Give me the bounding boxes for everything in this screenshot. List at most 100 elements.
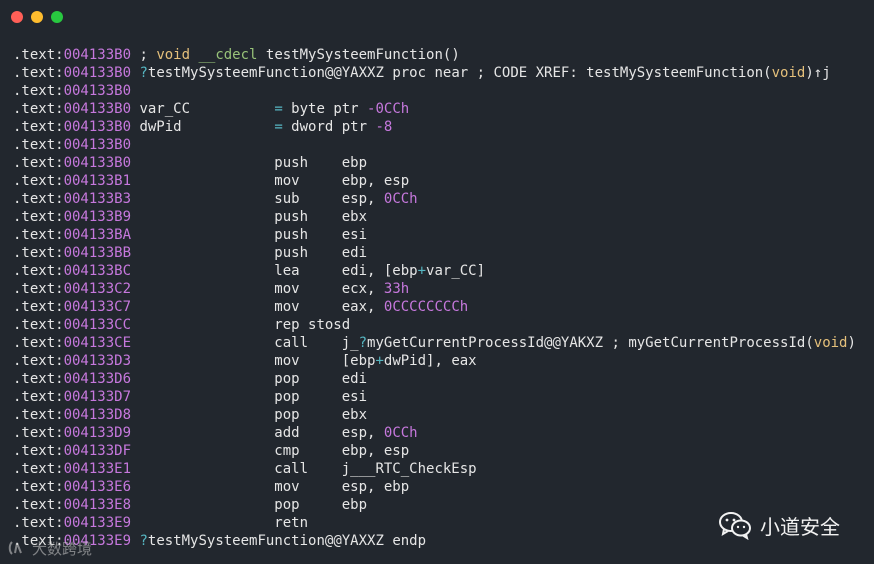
code-token-addr: 004133E6 bbox=[63, 479, 132, 495]
code-token-plain: push edi bbox=[131, 245, 368, 261]
watermark-left-text: 大数跨境 bbox=[32, 539, 93, 558]
code-line: .text:004133CC rep stosd bbox=[13, 316, 873, 334]
code-token-op: ? bbox=[358, 335, 368, 351]
code-token-op: = bbox=[274, 101, 283, 117]
code-token-addr: 004133E9 bbox=[63, 515, 132, 531]
code-line: .text:004133D8 pop ebx bbox=[13, 406, 873, 424]
code-line: .text:004133B0 dwPid = dword ptr -8 bbox=[13, 118, 873, 136]
code-token-num: 0CCh bbox=[383, 425, 418, 441]
code-line: .text:004133D9 add esp, 0CCh bbox=[13, 424, 873, 442]
code-token-plain: pop ebp bbox=[131, 497, 368, 513]
code-token-plain: pop esi bbox=[131, 389, 368, 405]
code-token-plain: retn bbox=[131, 515, 309, 531]
code-token-plain: mov [ebp bbox=[131, 353, 376, 369]
code-line: .text:004133D6 pop edi bbox=[13, 370, 873, 388]
code-token-op: + bbox=[417, 263, 427, 279]
minimize-window-button[interactable] bbox=[31, 11, 43, 23]
code-token-text: .text: bbox=[13, 281, 64, 297]
code-token-plain: add esp, bbox=[131, 425, 384, 441]
window-titlebar bbox=[0, 0, 874, 34]
code-token-text: .text: bbox=[13, 65, 64, 81]
code-token-plain: testMySysteemFunction() bbox=[257, 47, 460, 63]
code-token-num: -8 bbox=[375, 119, 393, 135]
code-token-text: .text: bbox=[13, 479, 64, 495]
code-line: .text:004133B0 ?testMySysteemFunction@@Y… bbox=[13, 64, 873, 82]
code-line: .text:004133B0 bbox=[13, 136, 873, 154]
code-token-text: .text: bbox=[13, 83, 64, 99]
watermark-right: 小道安全 bbox=[718, 508, 840, 542]
code-token-num: 33h bbox=[383, 281, 410, 297]
code-line: .text:004133B0 bbox=[13, 82, 873, 100]
code-token-plain: cmp ebp, esp bbox=[131, 443, 410, 459]
close-window-button[interactable] bbox=[11, 11, 23, 23]
code-line: .text:004133CE call j_?myGetCurrentProce… bbox=[13, 334, 873, 352]
code-line: .text:004133C7 mov eax, 0CCCCCCCCh bbox=[13, 298, 873, 316]
code-line: .text:004133BB push edi bbox=[13, 244, 873, 262]
watermark-right-text: 小道安全 bbox=[760, 514, 840, 539]
code-token-plain: pop ebx bbox=[131, 407, 368, 423]
code-token-addr: 004133BB bbox=[63, 245, 132, 261]
code-token-plain: call j___RTC_CheckEsp bbox=[131, 461, 477, 477]
code-token-text: .text: bbox=[13, 425, 64, 441]
code-token-text: .text: bbox=[13, 173, 64, 189]
code-token-text: .text: bbox=[13, 461, 64, 477]
code-token-plain: mov ebp, esp bbox=[131, 173, 410, 189]
code-token-plain: sub esp, bbox=[131, 191, 384, 207]
code-token-addr: 004133D7 bbox=[63, 389, 132, 405]
code-token-plain: mov ecx, bbox=[131, 281, 384, 297]
code-token-text: .text: bbox=[13, 227, 64, 243]
code-token-addr: 004133D9 bbox=[63, 425, 132, 441]
code-token-plain: )↑j bbox=[805, 65, 831, 81]
code-token-op: = bbox=[274, 119, 283, 135]
code-token-text: .text: bbox=[13, 47, 64, 63]
code-token-text: .text: bbox=[13, 317, 64, 333]
code-token-green: __cdecl bbox=[198, 47, 258, 63]
code-token-op: ? bbox=[139, 533, 148, 549]
code-token-addr: 004133B0 bbox=[63, 47, 132, 63]
code-token-plain: ) bbox=[847, 335, 856, 351]
code-token-text: .text: bbox=[13, 299, 64, 315]
code-token-text: .text: bbox=[13, 335, 64, 351]
code-token-op: + bbox=[375, 353, 384, 369]
code-token-text: .text: bbox=[13, 515, 64, 531]
code-token-type: void bbox=[771, 65, 806, 81]
code-token-text: .text: bbox=[13, 155, 64, 171]
code-line: .text:004133C2 mov ecx, 33h bbox=[13, 280, 873, 298]
code-token-op: ? bbox=[139, 65, 148, 81]
code-line: .text:004133E1 call j___RTC_CheckEsp bbox=[13, 460, 873, 478]
code-token-text: .text: bbox=[13, 209, 64, 225]
code-token-plain: call j_ bbox=[131, 335, 359, 351]
code-line: .text:004133D3 mov [ebp+dwPid], eax bbox=[13, 352, 873, 370]
code-line: .text:004133E6 mov esp, ebp bbox=[13, 478, 873, 496]
code-token-text: .text: bbox=[13, 245, 64, 261]
code-token-text: .text: bbox=[13, 407, 64, 423]
code-line: .text:004133D7 pop esi bbox=[13, 388, 873, 406]
code-token-addr: 004133B3 bbox=[63, 191, 132, 207]
code-line: .text:004133B1 mov ebp, esp bbox=[13, 172, 873, 190]
code-token-addr: 004133B1 bbox=[63, 173, 132, 189]
code-token-addr: 004133DF bbox=[63, 443, 132, 459]
code-token-addr: 004133B0 bbox=[63, 83, 132, 99]
code-token-plain: rep stosd bbox=[131, 317, 351, 333]
code-token-plain: mov esp, ebp bbox=[131, 479, 410, 495]
code-token-plain: push ebx bbox=[131, 209, 368, 225]
code-token-addr: 004133D6 bbox=[63, 371, 132, 387]
code-line: .text:004133DF cmp ebp, esp bbox=[13, 442, 873, 460]
code-token-addr: 004133B0 bbox=[63, 119, 132, 135]
code-token-plain: dwPid], eax bbox=[383, 353, 477, 369]
code-token-addr: 004133CC bbox=[63, 317, 132, 333]
maximize-window-button[interactable] bbox=[51, 11, 63, 23]
code-token-addr: 004133B0 bbox=[63, 65, 132, 81]
code-line: .text:004133B0 ; void __cdecl testMySyst… bbox=[13, 46, 873, 64]
code-token-addr: 004133C2 bbox=[63, 281, 132, 297]
code-token-plain: var_CC] bbox=[426, 263, 486, 279]
code-token-addr: 004133E8 bbox=[63, 497, 132, 513]
code-token-num: 0CCCCCCCCh bbox=[383, 299, 469, 315]
code-token-type: void bbox=[813, 335, 848, 351]
code-token-text: .text: bbox=[13, 191, 64, 207]
disassembly-listing: .text:004133B0 ; void __cdecl testMySyst… bbox=[13, 46, 873, 550]
code-token-text: .text: bbox=[13, 389, 64, 405]
code-token-addr: 004133BC bbox=[63, 263, 132, 279]
code-token-plain: dword ptr bbox=[282, 119, 376, 135]
code-token-text: .text: bbox=[13, 119, 64, 135]
